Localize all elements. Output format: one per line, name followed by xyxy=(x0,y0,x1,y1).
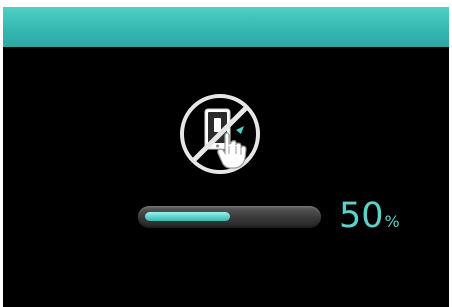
progress-percent-value: 50 xyxy=(339,196,384,236)
progress-bar xyxy=(138,206,321,228)
progress-percent-label: 50% xyxy=(339,196,400,236)
progress-bar-fill xyxy=(145,212,230,221)
title-bar-shadow xyxy=(3,47,449,55)
title-bar xyxy=(3,7,449,47)
progress-percent-unit: % xyxy=(384,212,400,231)
no-touch-icon xyxy=(178,92,262,176)
device-screen: 50% xyxy=(3,7,449,307)
